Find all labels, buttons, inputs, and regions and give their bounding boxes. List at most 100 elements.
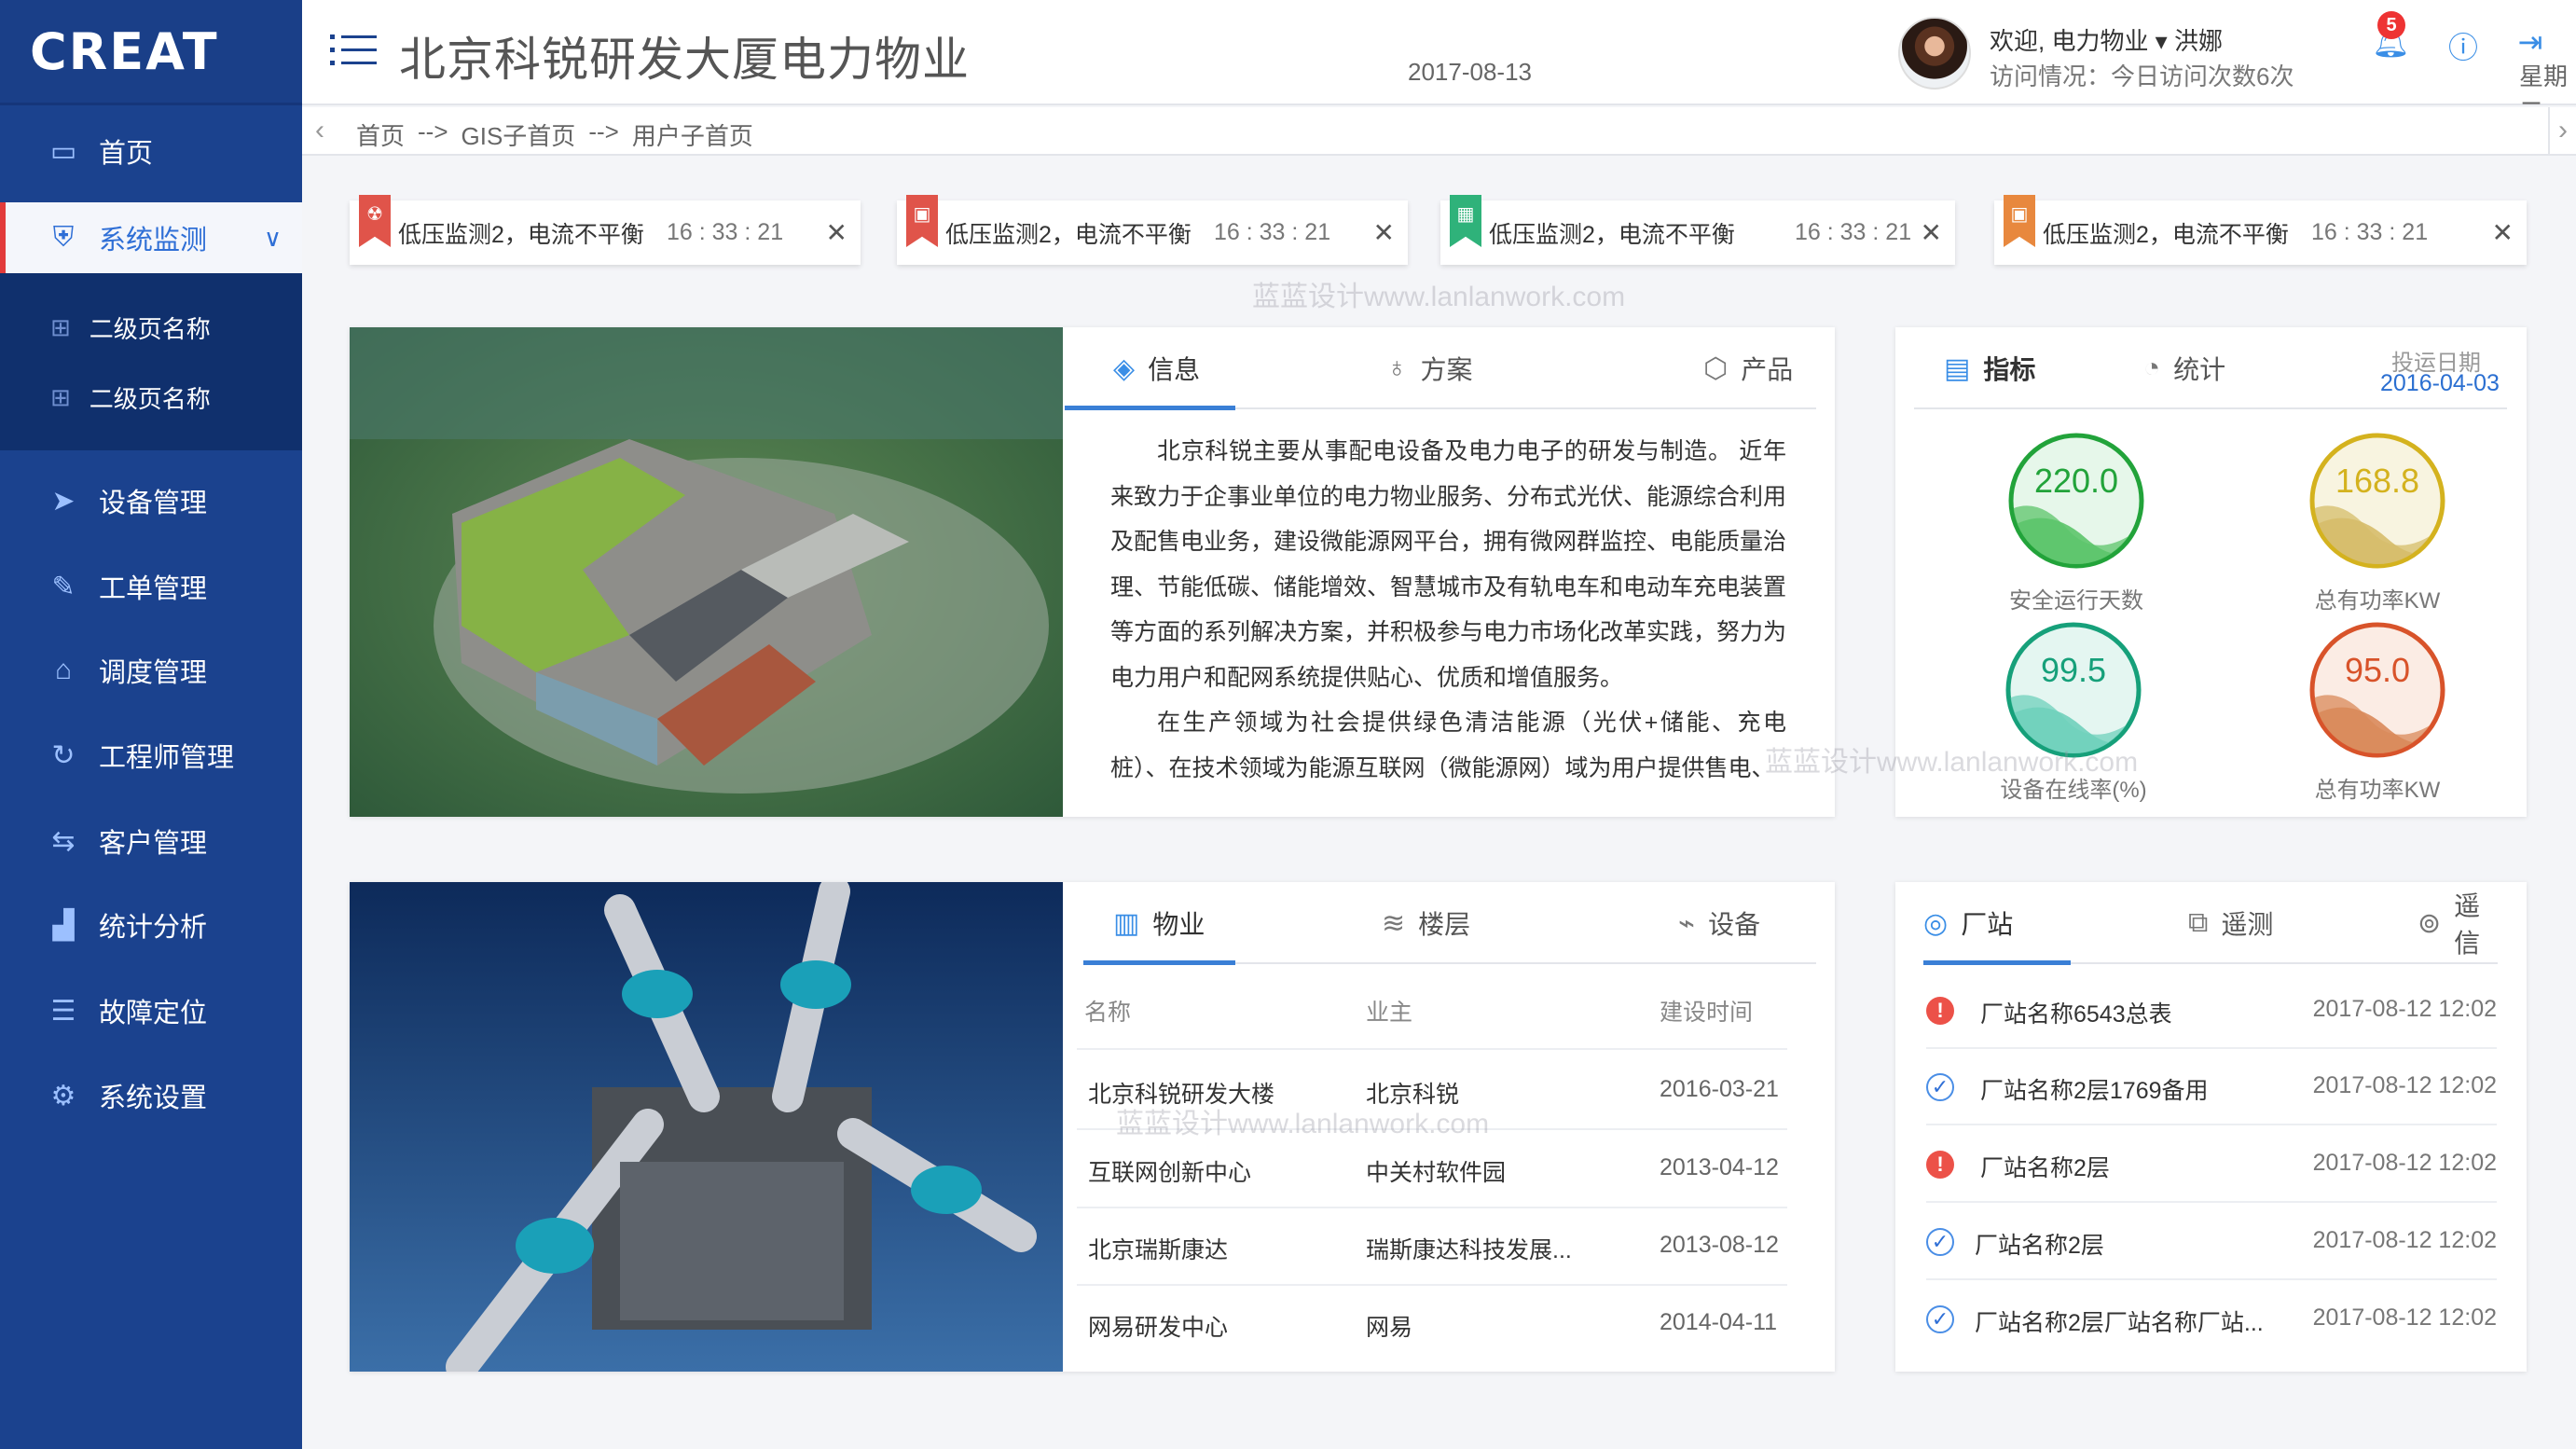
sidebar-item-dispatch[interactable]: ⌂ 调度管理 bbox=[0, 649, 302, 692]
alert-card[interactable]: ▣ 低压监测2，电流不平衡 16 : 33 : 21 ✕ bbox=[1994, 195, 2527, 265]
row-divider bbox=[1077, 1207, 1787, 1208]
sidebar-item-label: 首页 bbox=[99, 139, 154, 169]
chevron-right-icon[interactable]: › bbox=[2548, 107, 2576, 156]
current-date: 2017-08-13 bbox=[1408, 58, 1532, 86]
layers-icon: ≋ bbox=[1382, 907, 1406, 939]
close-icon[interactable]: ✕ bbox=[2492, 217, 2514, 248]
tab-label: 物业 bbox=[1152, 910, 1205, 939]
tab-label: 方案 bbox=[1420, 355, 1473, 384]
property-panel: ▥ 物业 ≋ 楼层 ⌁ 设备 bbox=[350, 882, 1835, 1372]
breadcrumb-bar: ‹ 首页 --> GIS子首页 --> 用户子首页 › bbox=[302, 107, 2576, 156]
sidebar-item-label: 设备管理 bbox=[99, 489, 208, 518]
sidebar-item-label: 客户管理 bbox=[99, 829, 208, 859]
close-icon[interactable]: ✕ bbox=[1921, 217, 1942, 248]
logo[interactable]: CREAT bbox=[0, 0, 302, 105]
tab-label: 遥信 bbox=[2454, 891, 2481, 958]
table-cell: 2013-04-12 bbox=[1660, 1154, 1779, 1180]
station-date: 2017-08-12 12:02 bbox=[2312, 1150, 2497, 1176]
tab-info[interactable]: ◈ 信息 bbox=[1113, 327, 1200, 409]
active-tab-indicator bbox=[1923, 960, 2071, 965]
sidebar-item-label: 调度管理 bbox=[99, 658, 208, 688]
table-cell: 网易 bbox=[1366, 1315, 1413, 1341]
tab-label: 指标 bbox=[1983, 355, 2036, 384]
sidebar-item-device[interactable]: ➤ 设备管理 bbox=[0, 479, 302, 522]
tab-plan[interactable]: ♁ 方案 bbox=[1386, 327, 1473, 409]
description-paragraph: 北京科锐主要从事配电设备及电力电子的研发与制造。 近年来致力于企事业单位的电力物… bbox=[1110, 438, 1787, 691]
submenu-item[interactable]: ⊞ 二级页名称 bbox=[0, 380, 302, 414]
shield-icon: ⛨ bbox=[52, 222, 75, 253]
description-paragraph: 在生产领域为社会提供绿色清洁能源（光伏+储能、充电桩）、在技术领域为能源互联网（… bbox=[1110, 710, 1786, 781]
sidebar-item-label: 工单管理 bbox=[99, 574, 208, 604]
tab-telemetry[interactable]: ⧉ 遥测 bbox=[2188, 882, 2273, 964]
sidebar-item-customer[interactable]: ⇆ 客户管理 bbox=[0, 820, 302, 862]
table-cell: 网易研发中心 bbox=[1088, 1315, 1229, 1341]
close-icon[interactable]: ✕ bbox=[1373, 217, 1395, 248]
tab-indicators[interactable]: ▤ 指标 bbox=[1944, 327, 2035, 409]
table-cell: 2014-04-11 bbox=[1660, 1309, 1778, 1335]
commission-date-value: 2016-04-03 bbox=[2380, 370, 2500, 396]
alert-card[interactable]: ▦ 低压监测2，电流不平衡 16 : 33 : 21 ✕ bbox=[1440, 195, 1955, 265]
alert-icon: ! bbox=[1926, 1151, 1954, 1179]
close-icon[interactable]: ✕ bbox=[826, 217, 847, 248]
home-icon: ⌂ bbox=[54, 655, 73, 685]
alert-card[interactable]: ☢ 低压监测2，电流不平衡 16 : 33 : 21 ✕ bbox=[350, 195, 861, 265]
station-tabs: ◎ 厂站 ⧉ 遥测 ⊚ 遥信 bbox=[1923, 882, 2498, 965]
breadcrumb-home[interactable]: 首页 bbox=[356, 117, 405, 152]
tab-statistics[interactable]: ◔ 统计 bbox=[2143, 327, 2225, 409]
telemetry-icon: ⧉ bbox=[2188, 907, 2209, 938]
sidebar-item-label: 故障定位 bbox=[99, 999, 208, 1028]
gauge-label: 安全运行天数 bbox=[2009, 588, 2143, 614]
row-divider bbox=[1077, 1048, 1787, 1050]
sidebar-item-workorder[interactable]: ✎ 工单管理 bbox=[0, 565, 302, 608]
avatar[interactable] bbox=[1898, 17, 1971, 90]
row-divider bbox=[1926, 1201, 2497, 1203]
gauge-label: 总有功率KW bbox=[2314, 778, 2441, 803]
table-cell: 中关村软件园 bbox=[1366, 1160, 1507, 1186]
gauge-value: 99.5 bbox=[2040, 651, 2107, 689]
sidebar-item-settings[interactable]: ⚙ 系统设置 bbox=[0, 1074, 302, 1117]
chevron-left-icon[interactable]: ‹ bbox=[315, 115, 324, 146]
station-date: 2017-08-12 12:02 bbox=[2312, 1072, 2497, 1098]
tab-telesignal[interactable]: ⊚ 遥信 bbox=[2418, 882, 2498, 964]
station-name: 厂站名称6543总表 bbox=[1980, 1001, 2172, 1028]
sidebar-item-home[interactable]: ▭ 首页 bbox=[0, 124, 302, 178]
breadcrumb-gis[interactable]: GIS子首页 bbox=[461, 117, 576, 152]
help-icon[interactable]: ⓘ bbox=[2446, 24, 2480, 64]
sidebar-item-fault[interactable]: ☰ 故障定位 bbox=[0, 989, 302, 1032]
alert-card[interactable]: ▣ 低压监测2，电流不平衡 16 : 33 : 21 ✕ bbox=[897, 195, 1408, 265]
tab-label: 楼层 bbox=[1418, 910, 1471, 939]
tab-equipment[interactable]: ⌁ 设备 bbox=[1678, 882, 1760, 964]
table-cell: 北京瑞斯康达 bbox=[1088, 1237, 1229, 1263]
report-icon: ▤ bbox=[1944, 352, 1971, 384]
active-tab-indicator bbox=[1083, 960, 1235, 965]
tab-label: 遥测 bbox=[2221, 910, 2274, 939]
visit-stats: 访问情况：今日访问次数6次 bbox=[1990, 62, 2294, 90]
sidebar-item-label: 系统设置 bbox=[99, 1083, 208, 1113]
alert-time: 16 : 33 : 21 bbox=[1795, 219, 1912, 245]
page-title: 北京科锐研发大厦电力物业 bbox=[399, 34, 970, 86]
sidebar-item-engineer[interactable]: ↻ 工程师管理 bbox=[0, 734, 302, 777]
tab-product[interactable]: ⬡ 产品 bbox=[1703, 327, 1793, 409]
tab-label: 厂站 bbox=[1961, 910, 2014, 939]
station-date: 2017-08-12 12:02 bbox=[2312, 1227, 2497, 1253]
company-description: 北京科锐主要从事配电设备及电力电子的研发与制造。 近年来致力于企事业单位的电力物… bbox=[1110, 429, 1786, 791]
logout-icon[interactable]: ⇥ bbox=[2514, 24, 2547, 60]
sidebar-item-statistics[interactable]: ▟ 统计分析 bbox=[0, 904, 302, 946]
cube-icon: ◈ bbox=[1113, 352, 1136, 384]
station-date: 2017-08-12 12:02 bbox=[2312, 996, 2497, 1022]
user-menu[interactable]: 欢迎, 电力物业 ▾ 洪娜 bbox=[1990, 22, 2223, 57]
menu-icon[interactable] bbox=[330, 32, 377, 69]
table-cell: 互联网创新中心 bbox=[1088, 1160, 1252, 1186]
column-header-name: 名称 bbox=[1084, 1000, 1132, 1026]
tab-station[interactable]: ◎ 厂站 bbox=[1923, 882, 2013, 964]
tab-property[interactable]: ▥ 物业 bbox=[1113, 882, 1205, 964]
breadcrumb-separator: --> bbox=[588, 117, 619, 145]
tab-floor[interactable]: ≋ 楼层 bbox=[1382, 882, 1470, 964]
submenu-item[interactable]: ⊞ 二级页名称 bbox=[0, 310, 302, 344]
building-image bbox=[350, 327, 1063, 817]
column-header-owner: 业主 bbox=[1366, 1000, 1413, 1026]
monitor-icon: ▭ bbox=[49, 135, 77, 167]
tab-label: 统计 bbox=[2173, 355, 2226, 384]
sidebar-item-system-monitor[interactable]: ⛨ 系统监测 ∨ bbox=[0, 202, 302, 273]
watermark: 蓝蓝设计www.lanlanwork.com bbox=[1765, 747, 2139, 778]
